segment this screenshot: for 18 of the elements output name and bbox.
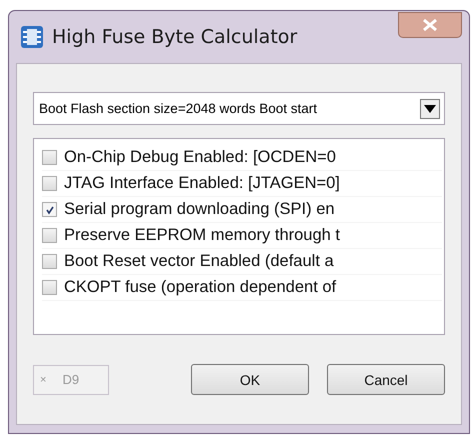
- option-label[interactable]: On-Chip Debug Enabled: [OCDEN=0: [64, 148, 336, 167]
- option-label[interactable]: CKOPT fuse (operation dependent of: [64, 278, 336, 297]
- window-title: High Fuse Byte Calculator: [52, 26, 298, 48]
- option-label[interactable]: JTAG Interface Enabled: [JTAGEN=0]: [64, 174, 340, 193]
- boot-size-dropdown[interactable]: Boot Flash section size=2048 words Boot start: [33, 92, 445, 125]
- chip-icon: [20, 25, 44, 49]
- checkbox[interactable]: [42, 176, 57, 191]
- option-label[interactable]: Preserve EEPROM memory through t: [64, 226, 340, 245]
- checkbox[interactable]: [42, 254, 57, 269]
- option-label[interactable]: Serial program downloading (SPI) en: [64, 200, 335, 219]
- checkbox[interactable]: [42, 228, 57, 243]
- dialog-button[interactable]: OK: [191, 364, 309, 395]
- close-icon[interactable]: [420, 18, 440, 32]
- dialog-button[interactable]: Cancel: [327, 364, 445, 395]
- checkbox[interactable]: [42, 150, 57, 165]
- option-label[interactable]: Boot Reset vector Enabled (default a: [64, 252, 334, 271]
- checkbox[interactable]: [42, 280, 57, 295]
- close-button[interactable]: [398, 12, 462, 38]
